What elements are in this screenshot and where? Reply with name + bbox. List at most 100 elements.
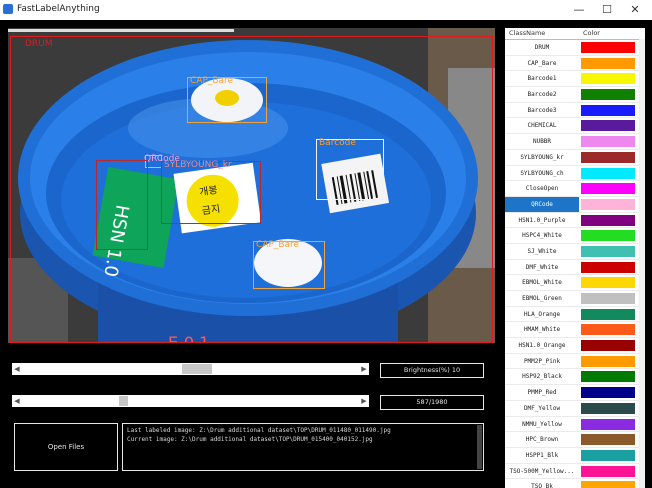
window-title: FastLabelAnything (17, 4, 100, 14)
class-row[interactable]: SYLBYOUNG_kr (505, 150, 645, 166)
class-row[interactable]: CHEMICAL (505, 118, 645, 135)
class-color-swatch[interactable] (581, 418, 635, 430)
class-color-swatch[interactable] (581, 340, 635, 352)
class-row[interactable]: Barcode1 (505, 71, 645, 88)
class-row[interactable]: HSPP1_Blk (505, 448, 645, 464)
class-name-cell: EBMOL_White (522, 279, 562, 287)
class-color-swatch[interactable] (581, 198, 635, 210)
class-row[interactable]: PMM2P_Pink (505, 354, 645, 370)
class-row[interactable]: Barcode3 (505, 103, 645, 119)
class-row[interactable]: SJ_White (505, 244, 645, 260)
class-name-cell: HPC_Brown (525, 436, 559, 444)
class-row[interactable]: EBMOL_White (505, 275, 645, 291)
class-name-cell: SYLBYOUNG_kr (520, 153, 564, 161)
class-row[interactable]: HSPC4_White (505, 228, 645, 244)
class-color-swatch[interactable] (581, 245, 635, 257)
class-color-swatch[interactable] (581, 230, 635, 242)
class-name-cell: DRUM (534, 44, 550, 51)
class-color-swatch[interactable] (581, 73, 635, 85)
class-rows: DRUM CAP_Bare Barcode1 Barcode2 Barcode3 CHEM… (505, 40, 645, 488)
class-color-swatch[interactable] (581, 293, 635, 304)
class-row[interactable]: SYLBYOUNG_ch (505, 166, 645, 182)
class-row[interactable]: EBMOL_Green (505, 291, 645, 307)
class-name-cell: SJ_White (527, 247, 557, 255)
class-color-swatch[interactable] (581, 120, 635, 132)
image-right-arrow-icon[interactable]: ▶ (359, 395, 369, 407)
class-row[interactable]: NUBBR (505, 134, 645, 150)
brightness-right-arrow-icon[interactable]: ▶ (359, 363, 369, 375)
class-color-swatch[interactable] (581, 308, 635, 320)
class-color-swatch[interactable] (581, 355, 635, 367)
class-row[interactable]: HPC_Brown (505, 432, 645, 448)
class-color-swatch[interactable] (581, 465, 635, 477)
log-scrollbar[interactable] (477, 425, 482, 469)
class-name-cell: HSPC4_White (522, 232, 562, 240)
app-icon (3, 4, 13, 14)
brightness-readout: Brightness(%) 10 (380, 363, 484, 378)
title-bar: FastLabelAnything — ☐ ✕ (0, 0, 652, 20)
class-name-cell: HSP92_Black (522, 373, 562, 381)
maximize-button[interactable]: ☐ (598, 2, 616, 18)
class-color-swatch[interactable] (581, 481, 635, 488)
class-color-swatch[interactable] (581, 277, 635, 289)
class-row[interactable]: QRCode (505, 196, 645, 213)
image-index-slider-thumb[interactable] (119, 396, 128, 406)
class-row[interactable]: HSN1.0_Purple (505, 213, 645, 229)
main-area: HSN 1.0 개봉 금지 E-0.1 DRUM CAP_Bare QRCode… (0, 20, 652, 488)
bbox-barcode[interactable]: Barcode (316, 138, 384, 200)
class-row[interactable]: DRUM (505, 40, 645, 56)
bbox-sylbyoung[interactable]: SYLBYOUNG_kr (161, 160, 261, 224)
class-color-swatch[interactable] (581, 167, 635, 179)
image-index-slider[interactable]: ◀ ▶ (12, 395, 369, 407)
class-color-swatch[interactable] (581, 387, 635, 399)
brightness-left-arrow-icon[interactable]: ◀ (12, 363, 22, 375)
class-name-cell: Barcode1 (527, 75, 557, 83)
class-color-swatch[interactable] (581, 371, 635, 383)
class-color-swatch[interactable] (581, 434, 635, 446)
class-color-swatch[interactable] (581, 261, 635, 273)
class-color-swatch[interactable] (581, 214, 635, 226)
bbox-cap-top[interactable]: CAP_Bare (187, 76, 267, 123)
class-name-cell: Barcode3 (527, 106, 557, 114)
bbox-cap-bottom[interactable]: CAP_Bare (253, 240, 325, 289)
open-files-button[interactable]: Open Files (14, 423, 118, 471)
class-row[interactable]: PMMP_Red (505, 385, 645, 401)
class-color-swatch[interactable] (581, 104, 635, 116)
class-row[interactable]: Barcode2 (505, 87, 645, 103)
class-table-scrollbar[interactable] (639, 39, 645, 488)
class-row[interactable]: CloseOpen (505, 181, 645, 197)
class-row[interactable]: DMF_White (505, 260, 645, 276)
bbox-green-label[interactable] (96, 160, 148, 250)
class-name-cell: TSO_Bk (531, 483, 553, 488)
class-row[interactable]: CAP_Bare (505, 56, 645, 72)
class-name-cell: NMMU_Yellow (522, 420, 562, 428)
class-row[interactable]: DMF_Yellow (505, 401, 645, 417)
image-viewer[interactable]: HSN 1.0 개봉 금지 E-0.1 DRUM CAP_Bare QRCode… (8, 28, 495, 343)
image-counter: 587/1980 (380, 395, 484, 410)
brightness-slider-thumb[interactable] (182, 364, 212, 374)
class-name-cell: CloseOpen (525, 185, 559, 193)
class-color-swatch[interactable] (581, 449, 635, 461)
close-button[interactable]: ✕ (626, 2, 644, 18)
class-color-swatch[interactable] (581, 402, 635, 414)
class-row[interactable]: HMAM_White (505, 322, 645, 339)
class-color-swatch[interactable] (581, 89, 635, 101)
class-color-swatch[interactable] (581, 151, 635, 163)
brightness-slider[interactable]: ◀ ▶ (12, 363, 369, 375)
class-name-cell: NUBBR (532, 138, 552, 146)
class-table[interactable]: ClassName Color DRUM CAP_Bare Barcode1 Barc… (505, 28, 645, 488)
class-color-swatch[interactable] (581, 57, 635, 69)
class-row[interactable]: HLA_Orange (505, 307, 645, 323)
class-row[interactable]: HSN1.0_Orange (505, 338, 645, 354)
class-color-swatch[interactable] (581, 136, 635, 148)
class-row[interactable]: TSO_Bk (505, 479, 645, 488)
image-left-arrow-icon[interactable]: ◀ (12, 395, 22, 407)
bbox-label-drum: DRUM (25, 39, 53, 49)
minimize-button[interactable]: — (570, 2, 588, 18)
class-row[interactable]: TSO-500M_Yellow... (505, 464, 645, 480)
class-color-swatch[interactable] (581, 42, 635, 53)
class-color-swatch[interactable] (581, 183, 635, 195)
class-row[interactable]: NMMU_Yellow (505, 417, 645, 433)
class-color-swatch[interactable] (581, 324, 635, 336)
class-row[interactable]: HSP92_Black (505, 369, 645, 386)
